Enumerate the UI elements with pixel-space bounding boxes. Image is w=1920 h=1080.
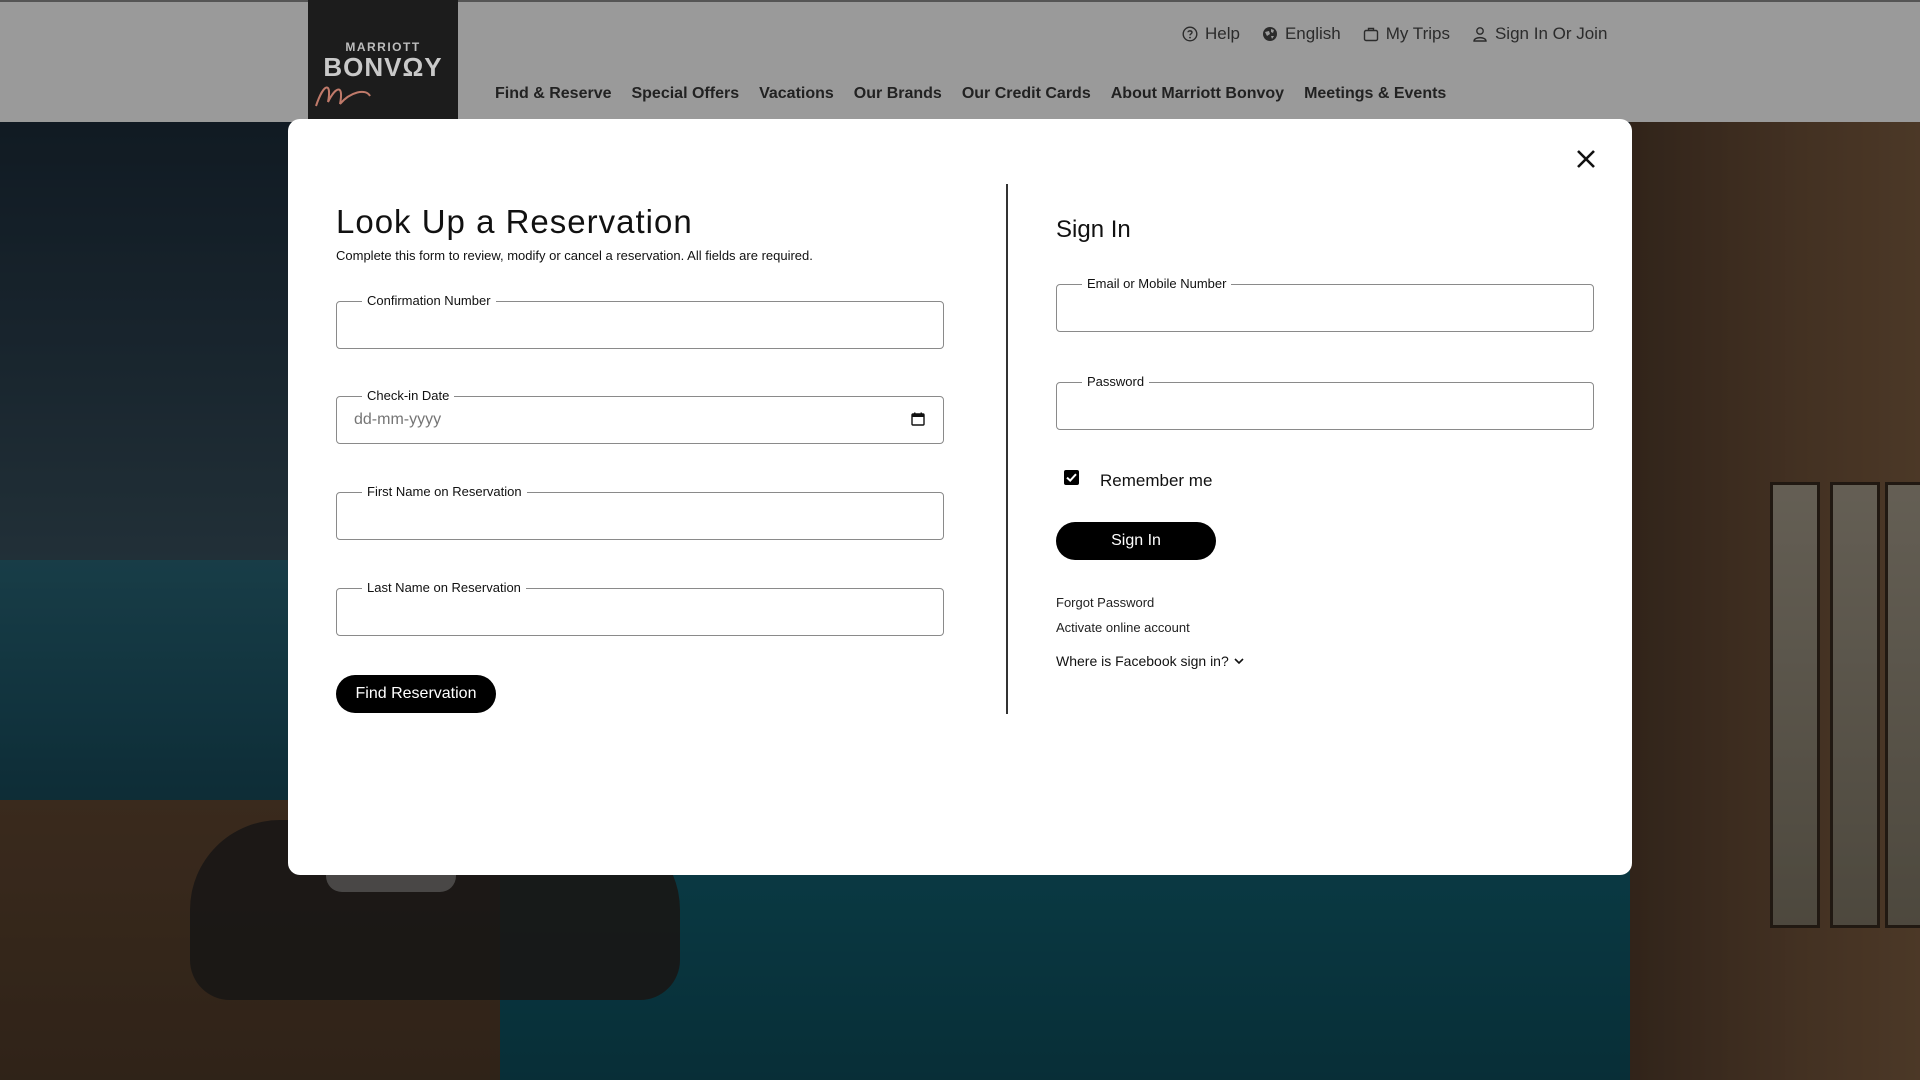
calendar-icon[interactable] bbox=[911, 412, 925, 426]
find-reservation-button[interactable]: Find Reservation bbox=[336, 675, 496, 713]
sign-in-button[interactable]: Sign In bbox=[1056, 522, 1216, 560]
modal-divider bbox=[1006, 184, 1008, 714]
facebook-signin-label: Where is Facebook sign in? bbox=[1056, 653, 1229, 669]
confirmation-number-field[interactable]: Confirmation Number bbox=[336, 293, 944, 350]
nav-find-reserve[interactable]: Find & Reserve bbox=[495, 85, 611, 103]
close-icon[interactable] bbox=[1570, 143, 1602, 175]
last-name-field[interactable]: Last Name on Reservation bbox=[336, 580, 944, 637]
nav-our-brands[interactable]: Our Brands bbox=[854, 85, 942, 103]
last-name-input[interactable] bbox=[353, 589, 903, 637]
checkin-date-placeholder: dd-mm-yyyy bbox=[354, 411, 442, 428]
chevron-down-icon bbox=[1234, 658, 1244, 665]
checkin-date-label: Check-in Date bbox=[362, 388, 455, 404]
user-icon bbox=[1473, 27, 1487, 42]
help-circle-icon bbox=[1182, 26, 1198, 42]
sign-in-join-label: Sign In Or Join bbox=[1494, 24, 1608, 43]
email-field[interactable]: Email or Mobile Number bbox=[1056, 276, 1594, 333]
globe-icon bbox=[1262, 27, 1277, 41]
my-trips-link[interactable]: My Trips bbox=[1363, 24, 1450, 44]
nav-about-bonvoy[interactable]: About Marriott Bonvoy bbox=[1111, 85, 1284, 103]
checkin-date-field[interactable]: Check-in Date dd-mm-yyyy bbox=[336, 388, 944, 444]
site-header: MARRIOTT BONVΩY Help English My Trips Si… bbox=[0, 0, 1920, 122]
marriott-bonvoy-logo[interactable]: MARRIOTT BONVΩY bbox=[308, 0, 458, 120]
sign-in-join-link[interactable]: Sign In Or Join bbox=[1472, 24, 1607, 44]
checkmark-icon bbox=[1066, 473, 1077, 483]
nav-special-offers[interactable]: Special Offers bbox=[631, 85, 739, 103]
help-link[interactable]: Help bbox=[1182, 24, 1240, 44]
utility-nav: Help English My Trips Sign In Or Join bbox=[1182, 24, 1607, 44]
language-label: English bbox=[1284, 24, 1341, 43]
logo-swirl-icon bbox=[315, 86, 371, 107]
confirmation-number-input[interactable] bbox=[353, 302, 903, 350]
email-input[interactable] bbox=[1073, 285, 1553, 333]
password-field[interactable]: Password bbox=[1056, 374, 1594, 431]
language-selector[interactable]: English bbox=[1262, 24, 1341, 44]
reservation-description: Complete this form to review, modify or … bbox=[336, 248, 813, 263]
my-trips-label: My Trips bbox=[1385, 24, 1450, 43]
header-top-border bbox=[0, 0, 1920, 2]
password-input[interactable] bbox=[1073, 383, 1553, 431]
remember-me-checkbox[interactable] bbox=[1064, 470, 1079, 485]
first-name-field[interactable]: First Name on Reservation bbox=[336, 484, 944, 541]
reservation-title: Look Up a Reservation bbox=[336, 203, 693, 241]
nav-vacations[interactable]: Vacations bbox=[759, 85, 834, 103]
first-name-input[interactable] bbox=[353, 493, 903, 541]
forgot-password-link[interactable]: Forgot Password bbox=[1056, 595, 1154, 610]
facebook-signin-toggle[interactable]: Where is Facebook sign in? bbox=[1056, 653, 1245, 669]
signin-title: Sign In bbox=[1056, 216, 1131, 243]
activate-account-link[interactable]: Activate online account bbox=[1056, 620, 1190, 635]
nav-credit-cards[interactable]: Our Credit Cards bbox=[962, 85, 1091, 103]
remember-me-label[interactable]: Remember me bbox=[1100, 471, 1212, 491]
reservation-signin-modal: Look Up a Reservation Complete this form… bbox=[288, 119, 1632, 875]
nav-meetings-events[interactable]: Meetings & Events bbox=[1304, 85, 1446, 103]
suitcase-icon bbox=[1363, 27, 1378, 42]
main-nav: Find & Reserve Special Offers Vacations … bbox=[495, 85, 1446, 103]
help-label: Help bbox=[1205, 24, 1240, 43]
